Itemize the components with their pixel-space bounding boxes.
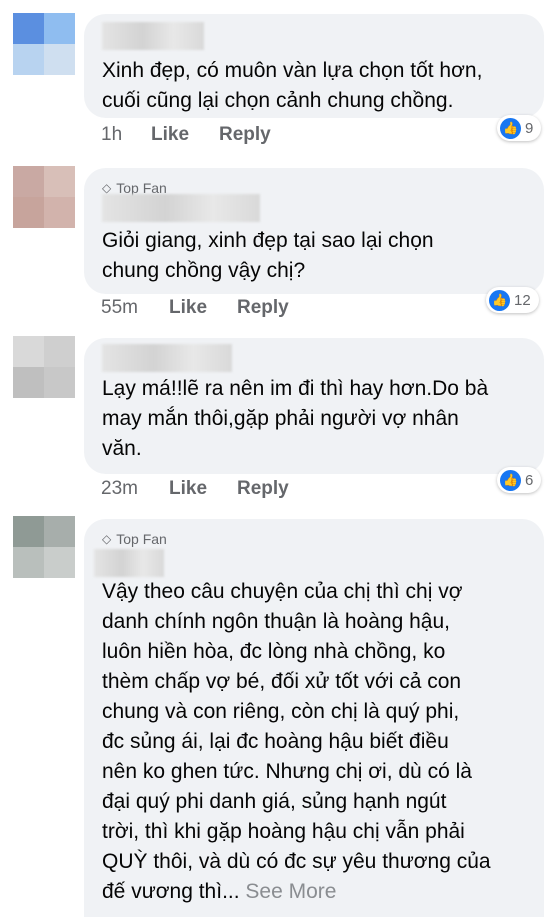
avatar[interactable] — [13, 166, 75, 228]
comment-bubble: Lạy má!!lẽ ra nên im đi thì hay hơn.Do b… — [84, 338, 544, 474]
comment-bubble: ◇ Top Fan Vậy theo câu chuyện của chị th… — [84, 519, 544, 917]
comment-text: Vậy theo câu chuyện của chị thì chị vợ d… — [102, 580, 491, 903]
reaction-count[interactable]: 👍 12 — [486, 287, 539, 313]
see-more-link[interactable]: See More — [245, 880, 336, 903]
avatar[interactable] — [13, 13, 75, 75]
commenter-name[interactable] — [102, 22, 204, 50]
comment-text: Giỏi giang, xinh đẹp tại sao lại chọn ch… — [102, 229, 434, 282]
reply-button[interactable]: Reply — [237, 297, 289, 319]
like-reaction-icon: 👍 — [500, 469, 521, 491]
avatar[interactable] — [13, 336, 75, 398]
comment-bubble: ◇ Top Fan Giỏi giang, xinh đẹp tại sao l… — [84, 168, 544, 294]
timestamp[interactable]: 23m — [101, 478, 169, 500]
reply-button[interactable]: Reply — [237, 478, 289, 500]
reply-button[interactable]: Reply — [219, 124, 271, 146]
comment-bubble: Xinh đẹp, có muôn vàn lựa chọn tốt hơn, … — [84, 14, 544, 118]
timestamp[interactable]: 1h — [101, 124, 151, 146]
comment-actions: 23m Like Reply — [101, 478, 289, 500]
comment-last-line: đế vương thì... — [102, 880, 240, 903]
diamond-icon: ◇ — [102, 181, 112, 195]
comment-text: Lạy má!!lẽ ra nên im đi thì hay hơn.Do b… — [102, 377, 489, 460]
reaction-count[interactable]: 👍 9 — [497, 115, 542, 141]
commenter-name[interactable] — [102, 344, 232, 372]
comment-text: Xinh đẹp, có muôn vàn lựa chọn tốt hơn, … — [102, 59, 483, 112]
top-fan-badge: ◇ Top Fan — [102, 531, 167, 547]
comment-actions: 1h Like Reply — [101, 124, 271, 146]
like-reaction-icon: 👍 — [489, 289, 510, 311]
timestamp[interactable]: 55m — [101, 297, 169, 319]
commenter-name[interactable] — [102, 194, 260, 222]
like-button[interactable]: Like — [151, 124, 219, 146]
like-button[interactable]: Like — [169, 478, 237, 500]
reaction-count[interactable]: 👍 6 — [497, 467, 542, 493]
commenter-name[interactable] — [94, 549, 164, 577]
comment-actions: 55m Like Reply — [101, 297, 289, 319]
like-reaction-icon: 👍 — [500, 117, 521, 139]
diamond-icon: ◇ — [102, 532, 112, 546]
like-button[interactable]: Like — [169, 297, 237, 319]
avatar[interactable] — [13, 516, 75, 578]
